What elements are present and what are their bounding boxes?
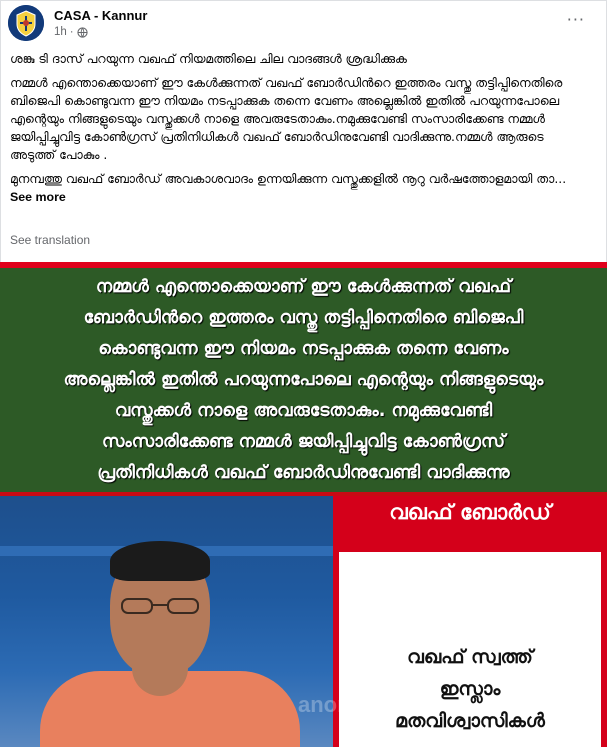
meta-separator: · <box>69 26 74 38</box>
glasses-icon <box>121 598 199 614</box>
news-presenter-photo <box>0 496 333 747</box>
post-time[interactable]: 1h <box>54 26 67 38</box>
post-paragraph: നമ്മൾ എന്തൊക്കെയാണ് ഈ കേൾക്കുന്നത് വഖഫ് … <box>10 75 563 162</box>
emblem-icon <box>8 5 44 41</box>
banner-line: നമ്മൾ എന്തൊക്കെയാണ് ഈ കേൾക്കുന്നത് വഖഫ് <box>95 276 512 297</box>
facebook-post: CASA - Kannur 1h · ··· ശങ്കു ടി ദാസ് പറയ… <box>0 0 607 747</box>
presenter-hair <box>110 541 210 581</box>
banner-line: കൊണ്ടുവന്ന ഈ നിയമം നടപ്പാക്കുക തന്നെ വേണ… <box>98 338 509 359</box>
banner-line: വസ്തുക്കൾ നാളെ അവരുടേതാകും. നമുക്കുവേണ്ട… <box>114 400 493 421</box>
truncated-text: മുനമ്പത്തു വഖഫ് ബോർഡ് അവകാശവാദം ഉന്നയിക്… <box>10 171 567 186</box>
card-line: മതവിശ്വാസികൾ <box>395 710 545 732</box>
channel-watermark: anorama <box>298 692 390 717</box>
banner-line: സംസാരിക്കേണ്ട നമ്മൾ ജയിപ്പിച്ചുവിട്ട കോൺ… <box>101 431 506 452</box>
card-line: വഖഫ് സ്വത്ത് <box>407 646 533 668</box>
banner-line: ബോർഡിൻറെ ഇത്തരം വസ്തു തട്ടിപ്പിനെതിരെ ബി… <box>83 307 524 328</box>
avatar[interactable] <box>8 5 44 41</box>
globe-icon <box>77 26 88 38</box>
see-translation-link[interactable]: See translation <box>10 233 90 247</box>
see-more-link[interactable]: See more <box>10 190 66 204</box>
card-line: ഇസ്ലാം <box>439 678 501 700</box>
quote-banner: നമ്മൾ എന്തൊക്കെയാണ് ഈ കേൾക്കുന്നത് വഖഫ് … <box>0 262 607 492</box>
post-paragraph: ശങ്കു ടി ദാസ് പറയുന്ന വഖഫ് നിയമത്തിലെ ചി… <box>10 51 407 66</box>
card-title: വഖഫ് ബോർഡ് <box>389 500 551 524</box>
post-text: ശങ്കു ടി ദാസ് പറയുന്ന വഖഫ് നിയമത്തിലെ ചി… <box>10 50 590 212</box>
post-meta: 1h · <box>54 26 88 38</box>
post-image[interactable]: നമ്മൾ എന്തൊക്കെയാണ് ഈ കേൾക്കുന്നത് വഖഫ് … <box>0 262 607 747</box>
banner-line: പ്രതിനിധികൾ വഖഫ് ബോർഡിനുവേണ്ടി വാദിക്കുന… <box>97 462 510 483</box>
post-paragraph-truncated: മുനമ്പത്തു വഖഫ് ബോർഡ് അവകാശവാദം ഉന്നയിക്… <box>10 170 590 206</box>
banner-line: അല്ലെങ്കിൽ ഇതിൽ പറയുന്നപോലെ എന്റെയും നിങ… <box>63 369 544 390</box>
more-options-button[interactable]: ··· <box>567 10 585 29</box>
post-author[interactable]: CASA - Kannur <box>54 8 147 23</box>
